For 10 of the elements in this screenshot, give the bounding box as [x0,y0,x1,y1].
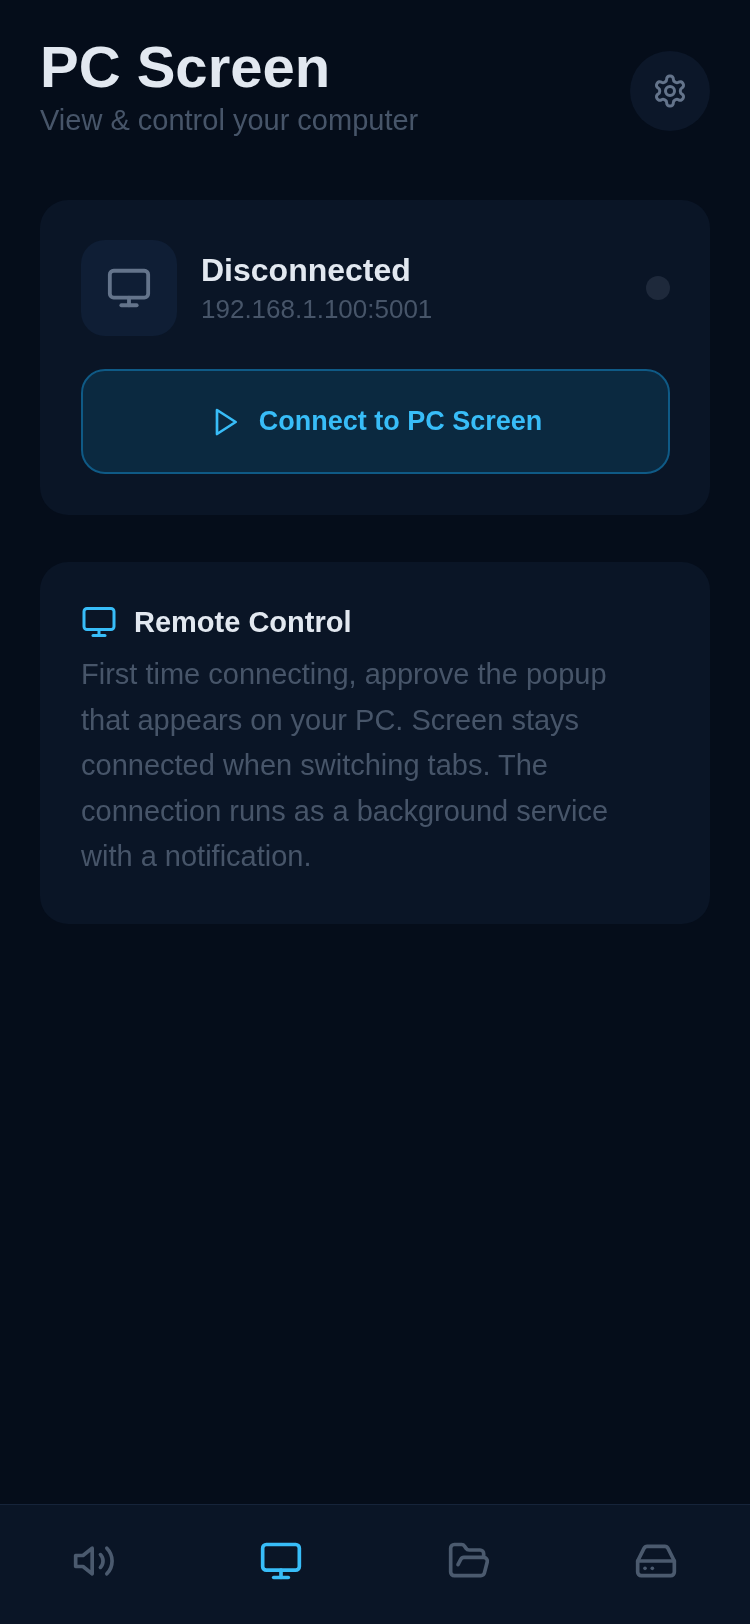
ip-address: 192.168.1.100:5001 [201,293,434,326]
connection-status: Disconnected [201,251,412,290]
monitor-icon [81,604,117,640]
monitor-icon [81,240,177,336]
page-title: PC Screen [40,34,332,100]
settings-icon [652,73,688,109]
page-subtitle: View & control your computer [40,103,419,138]
section-title: Remote Control [134,605,352,640]
info-text: First time connecting, approve the popup that appears on your PC. Screen stays connected when switching tabs. The connection runs as a background service with a notification. [81,657,610,874]
connect-button[interactable]: Connect to PC Screen [81,369,670,474]
